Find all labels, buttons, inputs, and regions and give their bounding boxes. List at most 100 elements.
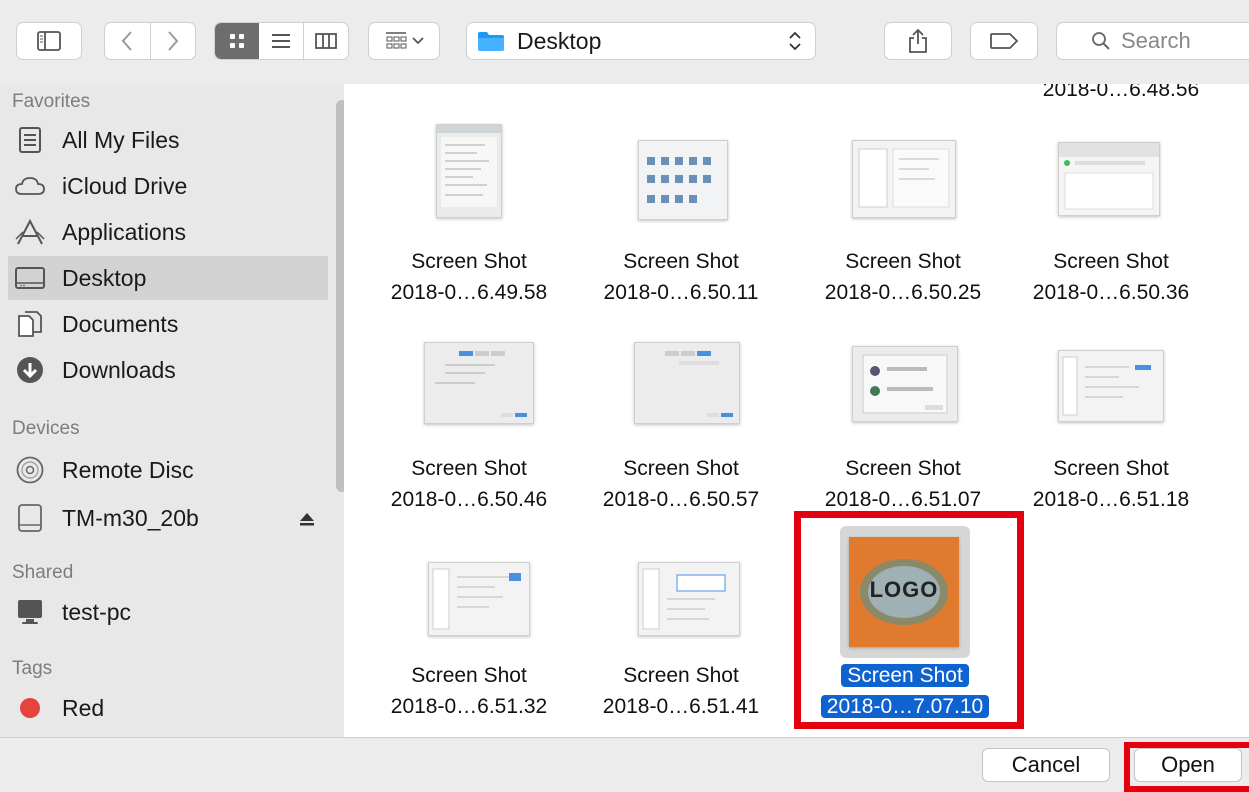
downloads-icon bbox=[14, 354, 46, 386]
sidebar-item-label: TM-m30_20b bbox=[62, 504, 199, 531]
dialog-button-bar: Cancel Open bbox=[0, 737, 1249, 792]
sidebar-item-all-my-files[interactable]: All My Files bbox=[14, 118, 328, 162]
tag-icon bbox=[990, 33, 1018, 49]
toolbar: Desktop Search bbox=[0, 0, 1249, 84]
arrange-menu-button[interactable] bbox=[368, 22, 440, 60]
file-name-line2: 2018-0…6.51.18 bbox=[1032, 488, 1190, 511]
applications-icon bbox=[14, 216, 46, 248]
sidebar-heading-devices: Devices bbox=[12, 418, 80, 439]
share-button[interactable] bbox=[884, 22, 952, 60]
search-field[interactable]: Search bbox=[1056, 22, 1249, 60]
drive-icon bbox=[14, 502, 46, 534]
file-name-line2: 2018-0…6.50.25 bbox=[824, 281, 982, 304]
cancel-button[interactable]: Cancel bbox=[982, 748, 1110, 782]
folder-icon bbox=[478, 32, 504, 51]
sidebar-item-icloud-drive[interactable]: iCloud Drive bbox=[14, 164, 328, 208]
sidebar-item-test-pc[interactable]: test-pc bbox=[14, 590, 328, 634]
sidebar-heading-shared: Shared bbox=[12, 562, 74, 583]
search-icon bbox=[1092, 32, 1110, 50]
icon-view-button[interactable] bbox=[215, 23, 259, 59]
file-thumbnail bbox=[638, 562, 740, 636]
search-placeholder: Search bbox=[1121, 28, 1191, 53]
file-thumbnail bbox=[436, 124, 502, 218]
file-name-line1: Screen Shot bbox=[623, 664, 739, 687]
file-name-line1: Screen Shot bbox=[845, 250, 961, 273]
location-popup[interactable]: Desktop bbox=[466, 22, 816, 60]
file-name-line1: Screen Shot bbox=[411, 457, 527, 480]
share-icon bbox=[909, 28, 927, 53]
chevron-right-icon bbox=[168, 31, 179, 51]
grid-icon bbox=[230, 34, 244, 48]
sidebar-item-label: Desktop bbox=[62, 264, 147, 291]
sidebar-item-label: All My Files bbox=[62, 126, 180, 153]
sidebar-item-remote-disc[interactable]: Remote Disc bbox=[14, 448, 328, 492]
file-thumbnail bbox=[424, 342, 534, 424]
red-tag-dot-icon bbox=[14, 692, 46, 724]
back-button[interactable] bbox=[105, 23, 151, 59]
sidebar-item-desktop[interactable]: Desktop bbox=[8, 256, 328, 300]
list-view-button[interactable] bbox=[259, 23, 304, 59]
sidebar-item-label: Applications bbox=[62, 218, 187, 245]
file-name-line2: 2018-0…6.51.41 bbox=[602, 695, 760, 718]
column-view-button[interactable] bbox=[304, 23, 348, 59]
file-name-line1: Screen Shot bbox=[1053, 457, 1169, 480]
forward-button[interactable] bbox=[151, 23, 196, 59]
tag-button[interactable] bbox=[970, 22, 1038, 60]
view-mode-group bbox=[214, 22, 349, 60]
chevron-left-icon bbox=[121, 31, 132, 51]
file-thumbnail bbox=[1058, 350, 1164, 422]
sidebar-item-label: Downloads bbox=[62, 356, 176, 383]
location-label: Desktop bbox=[517, 27, 602, 54]
sidebar-item-label: Red bbox=[62, 694, 105, 721]
file-thumbnail bbox=[852, 140, 956, 218]
cloud-icon bbox=[14, 170, 46, 202]
sidebar-item-label: Documents bbox=[62, 310, 179, 337]
file-name-line1: Screen Shot bbox=[845, 457, 961, 480]
chevron-down-icon bbox=[411, 37, 424, 45]
eject-icon[interactable] bbox=[299, 506, 315, 533]
up-down-chevron-icon bbox=[789, 31, 801, 51]
highlight-box-selected-file bbox=[794, 511, 1024, 729]
sidebar-item-applications[interactable]: Applications bbox=[14, 210, 328, 254]
file-name-line1: Screen Shot bbox=[411, 664, 527, 687]
sidebar-toggle-button[interactable] bbox=[16, 22, 82, 60]
sidebar-item-label: iCloud Drive bbox=[62, 172, 188, 199]
list-icon bbox=[272, 34, 290, 48]
file-name-line1: Screen Shot bbox=[411, 250, 527, 273]
sidebar-item-tag-red[interactable]: Red bbox=[14, 686, 328, 730]
file-thumbnail bbox=[1058, 142, 1160, 216]
sidebar-heading-tags: Tags bbox=[12, 658, 53, 679]
sidebar-item-label: test-pc bbox=[62, 598, 132, 625]
all-files-icon bbox=[14, 124, 46, 156]
disc-icon bbox=[14, 454, 46, 486]
highlight-box-open-button bbox=[1124, 742, 1249, 792]
file-thumbnail bbox=[852, 346, 958, 422]
file-thumbnail bbox=[634, 342, 740, 424]
documents-icon bbox=[14, 308, 46, 340]
sidebar-item-label: Remote Disc bbox=[62, 456, 194, 483]
file-thumbnail bbox=[638, 140, 728, 220]
sidebar-item-documents[interactable]: Documents bbox=[14, 302, 328, 346]
file-name-line2: 2018-0…6.50.57 bbox=[602, 488, 760, 511]
file-thumbnail bbox=[428, 562, 530, 636]
file-name-line2: 2018-0…6.51.32 bbox=[390, 695, 548, 718]
file-name-line2: 2018-0…6.50.46 bbox=[390, 488, 548, 511]
sidebar-item-tm-m30[interactable]: TM-m30_20b bbox=[14, 496, 328, 540]
sidebar-item-downloads[interactable]: Downloads bbox=[14, 348, 328, 392]
back-forward-group bbox=[104, 22, 196, 60]
file-name-line2: 2018-0…6.49.58 bbox=[390, 281, 548, 304]
desktop-icon bbox=[14, 262, 46, 294]
columns-icon bbox=[315, 33, 337, 49]
sidebar: Favorites All My Files iCloud Drive Appl… bbox=[0, 84, 345, 737]
file-name-line1: Screen Shot bbox=[623, 250, 739, 273]
sidebar-icon bbox=[37, 31, 61, 51]
file-name-line1: Screen Shot bbox=[623, 457, 739, 480]
file-name-line2: 2018-0…6.50.36 bbox=[1032, 281, 1190, 304]
sidebar-heading-favorites: Favorites bbox=[12, 91, 91, 112]
file-name-line1: Screen Shot bbox=[1053, 250, 1169, 273]
file-grid: 2018-0…6.48.56 Screen Shot 2018-0…6.49.5… bbox=[344, 84, 1249, 737]
file-name-line2: 2018-0…6.50.11 bbox=[603, 281, 759, 304]
partial-file-name: 2018-0…6.48.56 bbox=[1042, 84, 1200, 101]
computer-icon bbox=[14, 596, 46, 628]
arrange-icon bbox=[385, 32, 406, 49]
